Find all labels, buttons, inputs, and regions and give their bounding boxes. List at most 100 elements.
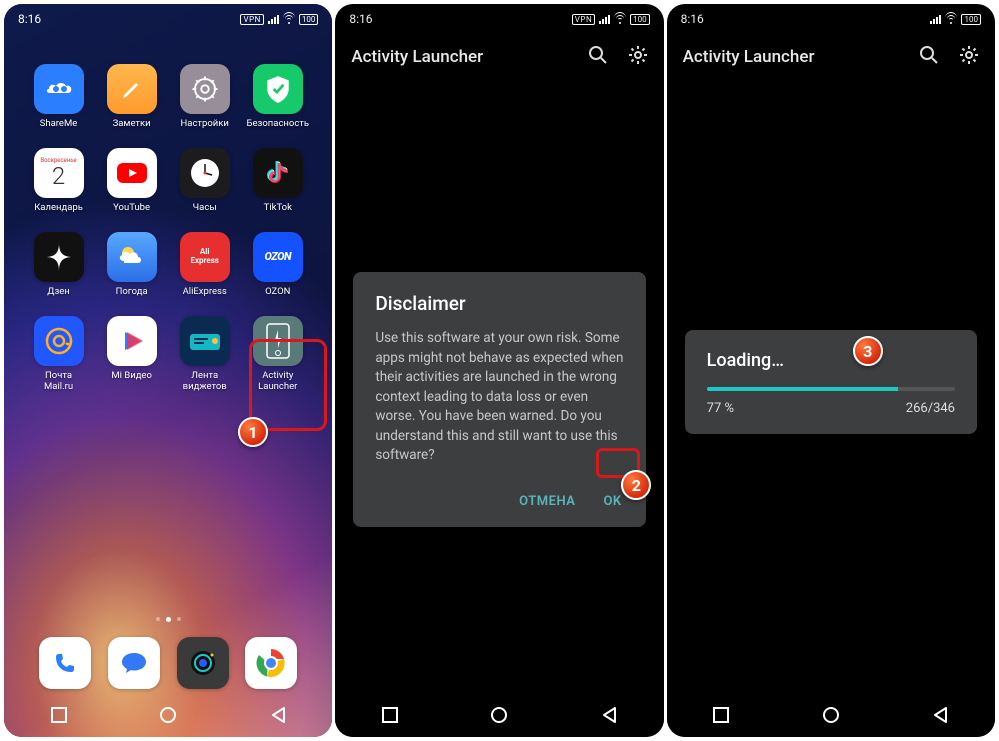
loading-title: Loading… — [707, 350, 955, 371]
status-indicators: VPN 100 — [240, 14, 318, 25]
youtube-icon — [107, 148, 157, 198]
nav-bar — [4, 693, 332, 737]
wifi-icon — [283, 15, 295, 24]
screen-home: 8:16 VPN 100 ShareMe Заметки Настройки — [4, 4, 332, 737]
disclaimer-dialog: Disclaimer Use this software at your own… — [353, 272, 645, 527]
step-badge-1: 1 — [238, 417, 268, 447]
app-bar: Activity Launcher — [667, 34, 995, 80]
app-widgets[interactable]: Лента виджетов — [168, 316, 241, 393]
app-label: Заметки — [113, 119, 151, 130]
dock-phone[interactable] — [39, 637, 91, 689]
app-label: YouTube — [113, 203, 150, 214]
app-tiktok[interactable]: TikTok — [241, 148, 314, 214]
cancel-button[interactable]: ОТМЕНА — [517, 490, 577, 513]
calendar-icon: Воскресенье 2 — [34, 148, 84, 198]
nav-back[interactable] — [597, 703, 621, 727]
app-label: Часы — [193, 203, 217, 214]
app-dzen[interactable]: Дзен — [22, 232, 95, 298]
app-label: Погода — [116, 287, 148, 298]
status-bar: 8:16 VPN 100 — [4, 4, 332, 34]
signal-icon — [930, 15, 941, 24]
app-bar: Activity Launcher — [335, 34, 663, 80]
status-bar: 8:16 100 — [667, 4, 995, 34]
app-mivideo[interactable]: Mi Видео — [95, 316, 168, 393]
nav-bar — [335, 693, 663, 737]
app-aliexpress[interactable]: AliExpress AliExpress — [168, 232, 241, 298]
nav-recent[interactable] — [378, 703, 402, 727]
highlight-step-1 — [249, 339, 327, 431]
dzen-icon — [34, 232, 84, 282]
status-time: 8:16 — [18, 12, 41, 26]
app-notes[interactable]: Заметки — [95, 64, 168, 130]
mailru-icon — [34, 316, 84, 366]
clock-icon — [180, 148, 230, 198]
gear-icon[interactable] — [628, 45, 648, 70]
app-weather[interactable]: Погода — [95, 232, 168, 298]
notes-icon — [107, 64, 157, 114]
app-label: Безопасность — [247, 119, 310, 130]
app-clock[interactable]: Часы — [168, 148, 241, 214]
app-mailru[interactable]: Почта Mail.ru — [22, 316, 95, 393]
app-youtube[interactable]: YouTube — [95, 148, 168, 214]
nav-home[interactable] — [819, 703, 843, 727]
nav-bar — [667, 693, 995, 737]
settings-icon — [180, 64, 230, 114]
app-calendar[interactable]: Воскресенье 2 Календарь — [22, 148, 95, 214]
dock-camera[interactable] — [177, 637, 229, 689]
wifi-icon — [945, 15, 957, 24]
mivideo-icon — [107, 316, 157, 366]
nav-home[interactable] — [156, 703, 180, 727]
battery-indicator: 100 — [961, 14, 981, 25]
app-settings[interactable]: Настройки — [168, 64, 241, 130]
status-time: 8:16 — [349, 12, 372, 26]
nav-recent[interactable] — [47, 703, 71, 727]
app-label: Настройки — [181, 119, 229, 130]
screen-disclaimer: 8:16 VPN 100 Activity Launcher Disclaime… — [335, 4, 663, 737]
gear-icon[interactable] — [959, 45, 979, 70]
progress-fill — [707, 387, 898, 391]
app-label: ShareMe — [40, 119, 78, 130]
progress-percent: 77 % — [707, 401, 734, 416]
progress-bar — [707, 387, 955, 391]
nav-recent[interactable] — [709, 703, 733, 727]
wifi-icon — [614, 15, 626, 24]
step-badge-3: 3 — [853, 336, 883, 366]
vpn-indicator: VPN — [572, 14, 595, 25]
ozon-icon: OZON — [253, 232, 303, 282]
dock — [4, 637, 332, 689]
screen-loading: 8:16 100 Activity Launcher Loading… 77 %… — [667, 4, 995, 737]
signal-icon — [268, 15, 279, 24]
app-label: Календарь — [34, 203, 83, 214]
app-ozon[interactable]: OZON OZON — [241, 232, 314, 298]
shareme-icon — [34, 64, 84, 114]
nav-back[interactable] — [266, 703, 290, 727]
nav-back[interactable] — [928, 703, 952, 727]
search-icon[interactable] — [919, 45, 939, 70]
dock-chrome[interactable] — [245, 637, 297, 689]
loading-card: Loading… 77 % 266/346 — [685, 330, 977, 434]
app-label: Дзен — [47, 287, 69, 298]
ok-button[interactable]: OK — [601, 490, 623, 513]
nav-home[interactable] — [487, 703, 511, 727]
step-badge-2: 2 — [621, 470, 651, 500]
page-indicator — [4, 617, 332, 622]
widgets-icon — [180, 316, 230, 366]
battery-indicator: 100 — [630, 14, 650, 25]
app-shareme[interactable]: ShareMe — [22, 64, 95, 130]
progress-count: 266/346 — [906, 401, 955, 416]
app-security[interactable]: Безопасность — [241, 64, 314, 130]
dock-messages[interactable] — [108, 637, 160, 689]
battery-indicator: 100 — [299, 14, 319, 25]
app-label: Лента виджетов — [183, 371, 227, 393]
dialog-body: Use this software at your own risk. Some… — [375, 329, 623, 466]
tiktok-icon — [253, 148, 303, 198]
signal-icon — [599, 15, 610, 24]
aliexpress-icon: AliExpress — [180, 232, 230, 282]
app-label: AliExpress — [183, 287, 227, 298]
status-bar: 8:16 VPN 100 — [335, 4, 663, 34]
status-time: 8:16 — [681, 12, 704, 26]
search-icon[interactable] — [588, 45, 608, 70]
app-label: TikTok — [264, 203, 292, 214]
vpn-indicator: VPN — [240, 14, 263, 25]
status-indicators: 100 — [930, 14, 981, 25]
